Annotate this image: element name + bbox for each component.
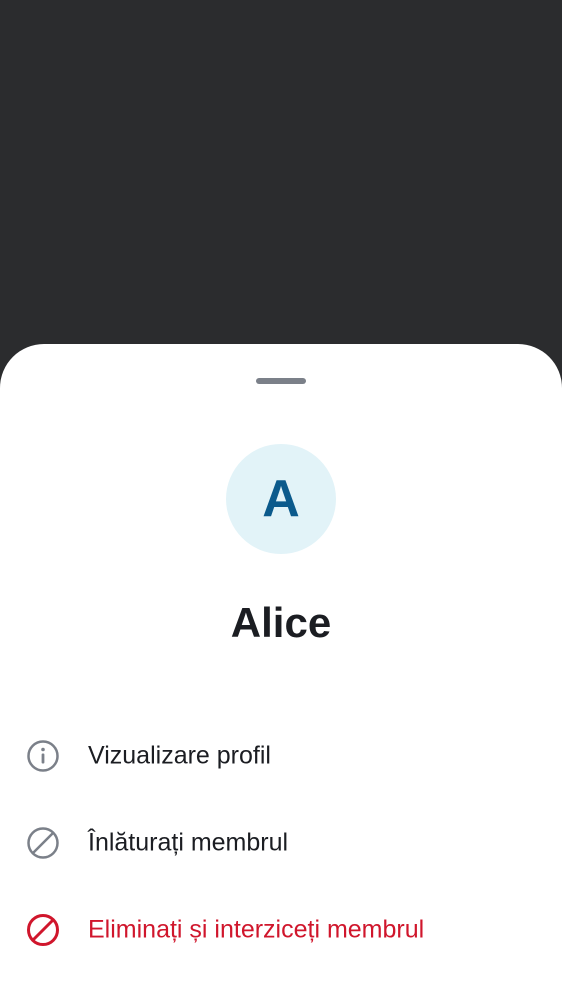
remove-and-ban-member-item[interactable]: Eliminați și interziceți membrul — [0, 886, 562, 973]
avatar-initial: A — [262, 470, 300, 528]
view-profile-label: Vizualizare profil — [88, 741, 271, 769]
avatar: A — [226, 444, 336, 554]
info-icon — [27, 739, 59, 772]
remove-member-item[interactable]: Înlăturați membrul — [0, 799, 562, 886]
remove-and-ban-member-label: Eliminați și interziceți membrul — [88, 915, 425, 943]
drag-handle[interactable] — [256, 378, 306, 384]
member-bottom-sheet: A Alice Vizualizare profil Înlăturați me… — [0, 344, 562, 1000]
member-name: Alice — [230, 599, 332, 646]
remove-icon — [27, 826, 59, 859]
member-actions-list: Vizualizare profil Înlăturați membrul El… — [0, 712, 562, 973]
view-profile-item[interactable]: Vizualizare profil — [0, 712, 562, 799]
ban-icon — [27, 913, 59, 946]
remove-member-label: Înlăturați membrul — [88, 828, 289, 856]
dimmed-background[interactable] — [0, 0, 562, 344]
